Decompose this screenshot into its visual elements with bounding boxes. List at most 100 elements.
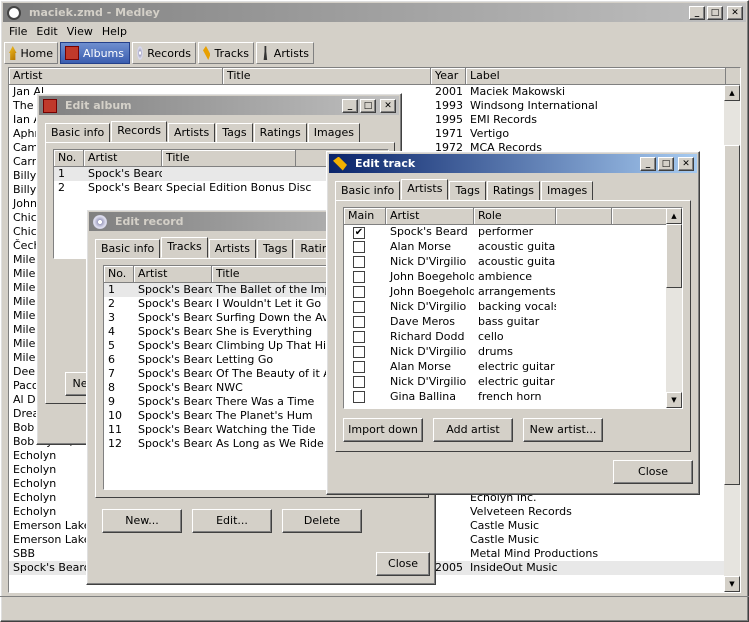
- edit-track-button[interactable]: Edit...: [192, 509, 272, 533]
- table-row[interactable]: Dave Meros bass guitar: [344, 315, 682, 330]
- main-checkbox[interactable]: [353, 241, 365, 253]
- tab-tags[interactable]: Tags: [256, 239, 294, 258]
- main-checkbox[interactable]: [353, 361, 365, 373]
- main-cell: [344, 255, 386, 270]
- main-checkbox[interactable]: [353, 376, 365, 388]
- col-artist[interactable]: Artist: [386, 208, 474, 224]
- edit-album-titlebar[interactable]: Edit album _ □ ✕: [39, 96, 399, 115]
- main-checkbox[interactable]: [353, 391, 365, 403]
- col-role[interactable]: Role: [474, 208, 556, 224]
- main-checkbox[interactable]: [353, 286, 365, 298]
- menu-edit[interactable]: Edit: [33, 25, 63, 38]
- table-row[interactable]: Alan Morse acoustic guitar: [344, 240, 682, 255]
- col-main[interactable]: Main: [344, 208, 386, 224]
- main-checkbox[interactable]: [353, 331, 365, 343]
- main-checkbox[interactable]: [353, 316, 365, 328]
- tab-basic-info[interactable]: Basic info: [95, 239, 161, 258]
- main-cell: [344, 345, 386, 360]
- table-row[interactable]: Alan Morse electric guitar: [344, 360, 682, 375]
- col-year[interactable]: Year: [431, 68, 466, 84]
- tab-artists[interactable]: Artists: [401, 179, 449, 200]
- import-down-button[interactable]: Import down: [343, 418, 423, 442]
- maximize-button[interactable]: □: [707, 6, 723, 20]
- minimize-button[interactable]: _: [342, 99, 358, 113]
- scroll-down-arrow[interactable]: ▼: [666, 392, 682, 408]
- disc-icon: [93, 214, 107, 229]
- tab-tracks[interactable]: Tracks: [198, 42, 254, 64]
- main-checkbox[interactable]: ✔: [353, 227, 365, 239]
- add-artist-button[interactable]: Add artist: [433, 418, 513, 442]
- tab-images[interactable]: Images: [307, 123, 360, 142]
- table-row[interactable]: Gina Ballina french horn: [344, 390, 682, 405]
- main-titlebar[interactable]: maciek.zmd - Medley _ □ ✕: [3, 3, 746, 22]
- cell: Metal Mind Productions: [470, 547, 599, 560]
- menu-view[interactable]: View: [64, 25, 99, 38]
- col-no[interactable]: No.: [104, 266, 134, 282]
- tab-ratings[interactable]: Ratings: [486, 181, 541, 200]
- close-record-button[interactable]: Close: [376, 552, 430, 576]
- minimize-button[interactable]: _: [689, 6, 705, 20]
- delete-track-button[interactable]: Delete: [282, 509, 362, 533]
- main-checkbox[interactable]: [353, 346, 365, 358]
- scroll-thumb[interactable]: [724, 145, 740, 485]
- minimize-button[interactable]: _: [640, 157, 656, 171]
- tab-artists[interactable]: Artists: [256, 42, 314, 64]
- col-title[interactable]: Title: [223, 68, 431, 84]
- cell: 10: [108, 409, 122, 422]
- table-row[interactable]: Richard Dodd cello: [344, 330, 682, 345]
- menu-help[interactable]: Help: [99, 25, 133, 38]
- tab-records[interactable]: Records: [111, 121, 167, 142]
- col-artist[interactable]: Artist: [84, 150, 162, 166]
- col-no[interactable]: No.: [54, 150, 84, 166]
- close-button[interactable]: ✕: [678, 157, 694, 171]
- tab-tracks[interactable]: Tracks: [161, 237, 208, 258]
- col-title[interactable]: Title: [212, 266, 342, 282]
- track-artists-scrollbar[interactable]: ▲ ▼: [666, 208, 682, 408]
- scroll-up-arrow[interactable]: ▲: [724, 85, 740, 101]
- tab-records[interactable]: Records: [132, 42, 196, 64]
- table-row[interactable]: Nick D'Virgilio drums: [344, 345, 682, 360]
- track-artists-list[interactable]: Main Artist Role ✔ Spock's Beard performer…: [343, 207, 683, 409]
- tab-artists[interactable]: Artists: [168, 123, 216, 142]
- main-checkbox[interactable]: [353, 256, 365, 268]
- main-cell: [344, 390, 386, 405]
- cell: I Wouldn't Let it Go: [216, 297, 322, 310]
- tab-ratings[interactable]: Ratings: [253, 123, 307, 142]
- albums-scrollbar[interactable]: ▲ ▼: [724, 85, 740, 592]
- col-artist[interactable]: Artist: [9, 68, 223, 84]
- table-row[interactable]: Nick D'Virgilio backing vocals: [344, 300, 682, 315]
- close-track-button[interactable]: Close: [613, 460, 693, 484]
- maximize-button[interactable]: □: [658, 157, 674, 171]
- tab-basic-info[interactable]: Basic info: [335, 181, 401, 200]
- table-row[interactable]: John Boegehold ambience: [344, 270, 682, 285]
- scroll-thumb[interactable]: [666, 224, 682, 288]
- tab-tags[interactable]: Tags: [216, 123, 253, 142]
- scroll-down-arrow[interactable]: ▼: [724, 576, 740, 592]
- tab-home[interactable]: Home: [4, 42, 58, 64]
- tab-basic-info[interactable]: Basic info: [45, 123, 111, 142]
- main-cell: [344, 375, 386, 390]
- menu-file[interactable]: File: [6, 25, 33, 38]
- table-row[interactable]: Nick D'Virgilio acoustic guitar: [344, 255, 682, 270]
- tab-artists[interactable]: Artists: [208, 239, 256, 258]
- app-icon: [7, 5, 21, 20]
- close-button[interactable]: ✕: [380, 99, 396, 113]
- table-row[interactable]: Nick D'Virgilio electric guitar: [344, 375, 682, 390]
- table-row[interactable]: ✔ Spock's Beard performer: [344, 225, 682, 240]
- col-label[interactable]: Label: [466, 68, 726, 84]
- maximize-button[interactable]: □: [360, 99, 376, 113]
- tab-images[interactable]: Images: [541, 181, 594, 200]
- close-button[interactable]: ✕: [727, 6, 743, 20]
- scroll-up-arrow[interactable]: ▲: [666, 208, 682, 224]
- edit-track-titlebar[interactable]: Edit track _ □ ✕: [329, 154, 697, 173]
- main-checkbox[interactable]: [353, 271, 365, 283]
- main-checkbox[interactable]: [353, 301, 365, 313]
- new-track-button[interactable]: New...: [102, 509, 182, 533]
- cell: 3: [108, 311, 115, 324]
- col-title[interactable]: Title: [162, 150, 296, 166]
- new-artist-button[interactable]: New artist...: [523, 418, 603, 442]
- tab-tags[interactable]: Tags: [449, 181, 486, 200]
- col-artist[interactable]: Artist: [134, 266, 212, 282]
- tab-albums[interactable]: Albums: [60, 42, 130, 64]
- table-row[interactable]: John Boegehold arrangements: [344, 285, 682, 300]
